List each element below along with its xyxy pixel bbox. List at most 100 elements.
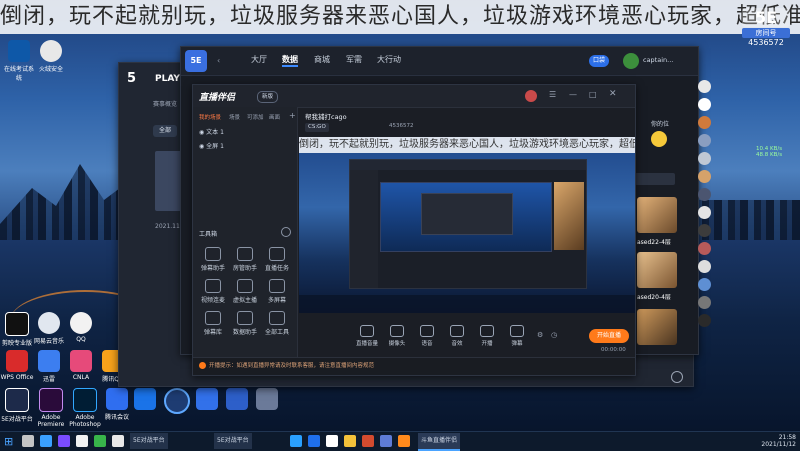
footer-danmu[interactable]: 弹幕 <box>503 325 531 347</box>
friend-avatar-11[interactable] <box>698 260 711 273</box>
app-w-icon[interactable] <box>326 435 338 447</box>
taskview-icon[interactable] <box>40 435 52 447</box>
play-nav-item[interactable]: 赛事概览 <box>153 99 177 108</box>
friend-avatar-3[interactable] <box>698 116 711 129</box>
friend-avatar-1[interactable] <box>698 80 711 93</box>
scene-tab-scene[interactable]: 场景 <box>229 113 240 121</box>
steam-icon[interactable] <box>290 435 302 447</box>
taskbar-5e-2[interactable]: 5E对战平台 <box>214 433 252 449</box>
friend-avatar-6[interactable] <box>698 170 711 183</box>
tool-live-task[interactable]: 直播任务 <box>257 247 297 272</box>
taskbar-5e-1[interactable]: 5E对战平台 <box>130 433 168 449</box>
friend-avatar-13[interactable] <box>698 296 711 309</box>
friend-avatar-2[interactable] <box>698 98 711 111</box>
app-blue-icon[interactable] <box>380 435 392 447</box>
desktop-icon-wps[interactable]: WPS Office <box>0 350 34 381</box>
desktop-icon-5e[interactable]: 5E对战平台 <box>0 388 34 423</box>
toolbox-more-icon[interactable] <box>281 227 291 237</box>
start-icon[interactable]: ⊞ <box>4 435 13 448</box>
add-scene-icon[interactable]: + <box>289 111 296 120</box>
app-icon-d[interactable] <box>226 388 248 410</box>
friend-avatar-12[interactable] <box>698 278 711 291</box>
stream-user-avatar[interactable] <box>525 90 537 102</box>
tab-lobby[interactable]: 大厅 <box>251 54 267 65</box>
footer-effect[interactable]: 音效 <box>443 325 471 347</box>
play-thumb[interactable] <box>155 151 183 211</box>
taskbar-douyu[interactable]: 斗鱼直播伴侣 <box>418 433 461 451</box>
eye-icon[interactable]: ◉ <box>199 129 204 136</box>
go-live-button[interactable]: 开始直播 <box>589 329 629 343</box>
close-icon[interactable]: ✕ <box>609 89 617 99</box>
menu-icon[interactable]: ☰ <box>549 90 556 99</box>
desktop-icon-exam[interactable]: 在线考试系统 <box>2 40 36 82</box>
play-refresh-icon[interactable] <box>671 371 683 383</box>
app-icon-e[interactable] <box>256 388 278 410</box>
desktop-icon-huorong[interactable]: 火绒安全 <box>34 40 68 73</box>
desktop-icon-netease-music[interactable]: 网易云音乐 <box>32 312 66 345</box>
tab-data[interactable]: 数据 <box>282 54 298 67</box>
app-icon-a[interactable] <box>134 388 156 410</box>
friend-avatar-4[interactable] <box>698 134 711 147</box>
client-pocket-button[interactable]: 口袋 <box>589 55 609 67</box>
app-red-icon[interactable] <box>362 435 374 447</box>
clock[interactable]: 21:58 2021/11/12 <box>740 434 796 448</box>
edge-icon[interactable] <box>308 435 320 447</box>
scene-tab-view[interactable]: 画面 <box>269 113 280 121</box>
friend-avatar-9[interactable] <box>698 224 711 237</box>
scene-tab-add[interactable]: 可添加 <box>247 113 264 121</box>
back-icon[interactable]: ‹ <box>217 56 220 65</box>
map-card-3[interactable] <box>637 309 677 345</box>
user-avatar[interactable] <box>623 53 639 69</box>
user-name[interactable]: captain... <box>643 56 673 64</box>
map-card-2[interactable] <box>637 252 677 288</box>
folder-icon[interactable] <box>344 435 356 447</box>
tab-operation[interactable]: 大行动 <box>377 54 401 65</box>
stream-title: 直播伴侣 <box>199 93 236 103</box>
footer-volume[interactable]: 直播音量 <box>353 325 381 347</box>
app-white-icon[interactable] <box>76 435 88 447</box>
play-filter-chip[interactable]: 全部 <box>153 125 177 137</box>
desktop-icon-premiere[interactable]: Adobe Premiere <box>34 388 68 428</box>
search-icon[interactable] <box>22 435 34 447</box>
minimize-icon[interactable]: — <box>569 90 577 99</box>
scene-item-text[interactable]: ◉ 文本 1 <box>199 127 224 136</box>
wechat-icon[interactable] <box>94 435 106 447</box>
map-card-1[interactable] <box>637 197 677 233</box>
maximize-icon[interactable]: □ <box>589 90 597 99</box>
tab-shop[interactable]: 商城 <box>314 54 330 65</box>
eye-icon[interactable]: ◉ <box>199 143 204 150</box>
desktop-icon-photoshop[interactable]: Adobe Photoshop <box>68 388 102 428</box>
firefox-icon[interactable] <box>398 435 410 447</box>
desktop-icon-cnla[interactable]: CNLA <box>64 350 98 381</box>
scene-tab-mine[interactable]: 我的场景 <box>199 113 221 121</box>
settings-icon[interactable]: ⚙ <box>537 331 543 339</box>
app-icon-k[interactable] <box>164 388 190 414</box>
room-title[interactable]: 帮我捕打cago <box>305 111 347 121</box>
friend-avatar-5[interactable] <box>698 152 711 165</box>
desktop-icon-jianying[interactable]: 剪映专业版 <box>0 312 34 347</box>
app-light-icon[interactable] <box>112 435 124 447</box>
stream-preview[interactable]: 倒闭，玩不起就别玩，垃圾服务器来恶心国人，垃圾游戏环境恶心玩家，超低准入 <box>299 137 635 313</box>
footer-voice[interactable]: 语音 <box>413 325 441 347</box>
download-speed: 48.8 KB/s <box>756 152 783 158</box>
footer-start[interactable]: 开播 <box>473 325 501 347</box>
preview-nested-window <box>349 159 587 289</box>
desktop-icon-meeting[interactable]: 腾讯会议 <box>100 388 134 421</box>
tab-supply[interactable]: 军需 <box>346 54 362 65</box>
scene-item-fullscreen[interactable]: ◉ 全屏 1 <box>199 141 224 150</box>
app-purple-icon[interactable] <box>58 435 70 447</box>
desktop-icon-thunder[interactable]: 迅雷 <box>32 350 66 383</box>
friend-avatar-7[interactable] <box>698 188 711 201</box>
tool-multi-screen[interactable]: 多屏幕 <box>257 279 297 304</box>
desktop-icon-qq[interactable]: QQ <box>64 312 98 343</box>
game-tag[interactable]: CS:GO <box>305 123 329 132</box>
friend-avatar-10[interactable] <box>698 242 711 255</box>
app-icon-c[interactable] <box>196 388 218 410</box>
client-select[interactable] <box>635 173 675 185</box>
footer-camera[interactable]: 摄像头 <box>383 325 411 347</box>
clock-icon[interactable]: ◷ <box>551 331 557 339</box>
friend-avatar-14[interactable] <box>698 314 711 327</box>
tool-all[interactable]: 全部工具 <box>257 311 297 336</box>
friend-avatar-8[interactable] <box>698 206 711 219</box>
net-speed-widget: 10.4 KB/s 48.8 KB/s <box>756 146 796 158</box>
